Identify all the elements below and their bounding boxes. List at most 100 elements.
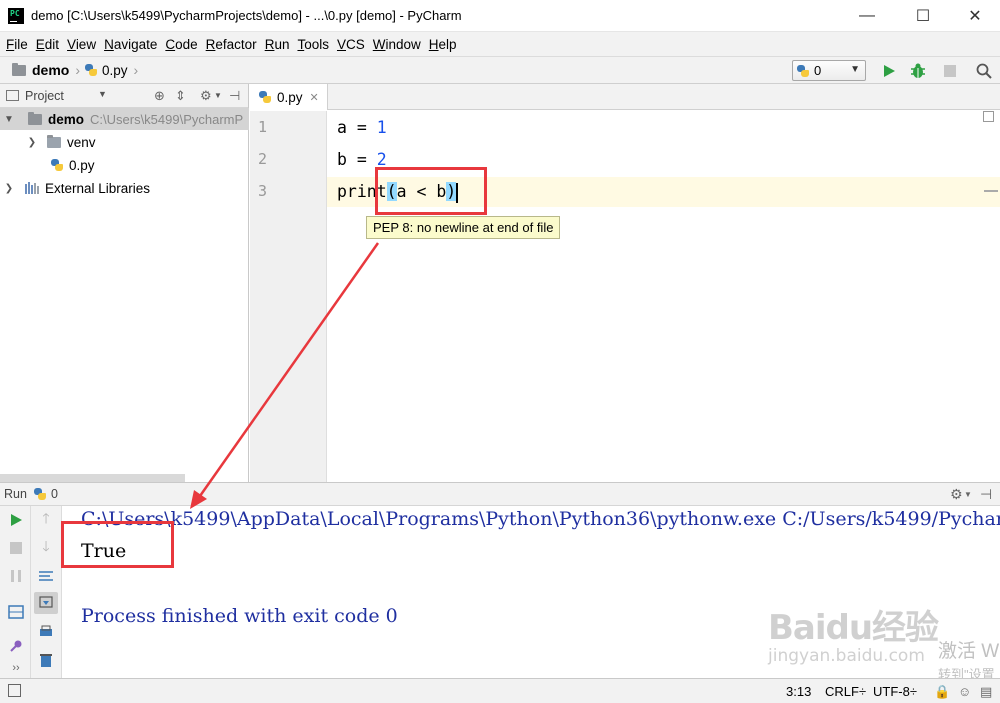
menu-view[interactable]: View — [63, 37, 100, 52]
navigation-bar: demo › 0.py › 0 ▼ — [0, 56, 1000, 84]
folder-icon — [47, 134, 61, 148]
hide-panel-icon[interactable]: ⊣ — [229, 88, 240, 104]
tree-item-label: venv — [67, 134, 96, 150]
menu-code[interactable]: Code — [161, 37, 201, 52]
menu-window[interactable]: Window — [369, 37, 425, 52]
play-icon — [884, 65, 895, 77]
up-arrow-icon[interactable]: 🡑 — [36, 510, 56, 530]
tree-item-label: 0.py — [69, 157, 95, 173]
run-configuration-select[interactable]: 0 ▼ — [792, 60, 866, 81]
debug-button[interactable] — [908, 61, 928, 81]
maximize-button[interactable]: ☐ — [900, 0, 946, 32]
line-separator[interactable]: CRLF÷ — [825, 684, 866, 699]
chevron-right-icon[interactable]: ❯ — [4, 183, 14, 194]
minimize-button[interactable]: — — [844, 0, 890, 32]
annotation-box-output — [61, 521, 174, 568]
collapse-icon[interactable]: ⇕ — [175, 88, 186, 104]
more-icon[interactable]: ›› — [6, 658, 26, 678]
run-toolbar: ›› — [0, 506, 31, 678]
menu-help[interactable]: Help — [425, 37, 461, 52]
project-panel-header: Project ▼ ⊕ ⇕ ⚙ ▼ ⊣ — [0, 84, 248, 108]
run-toolbar-secondary: 🡑 🡓 — [31, 506, 62, 678]
chevron-right-icon[interactable]: ❯ — [27, 137, 37, 148]
error-stripe-mark[interactable] — [984, 190, 998, 192]
pause-icon — [11, 570, 21, 582]
menu-tools[interactable]: Tools — [293, 37, 333, 52]
tree-item-0py[interactable]: 0.py — [0, 154, 249, 176]
activation-watermark: 激活 W — [938, 641, 1000, 662]
tree-item-label: demo — [48, 111, 85, 127]
horizontal-scrollbar[interactable] — [0, 474, 185, 482]
stop-button[interactable] — [6, 538, 26, 558]
menu-file[interactable]: File — [2, 37, 32, 52]
down-arrow-icon[interactable]: 🡓 — [36, 538, 56, 558]
tree-item-venv[interactable]: ❯ venv — [0, 131, 249, 153]
lock-icon[interactable]: 🔒 — [934, 684, 950, 700]
bug-icon — [911, 63, 925, 78]
restore-layout-button[interactable] — [6, 602, 26, 622]
rerun-button[interactable] — [6, 510, 26, 530]
stop-icon — [944, 65, 956, 77]
close-icon[interactable]: ✕ — [310, 91, 319, 104]
stop-icon — [10, 542, 22, 554]
annotation-box-code — [375, 167, 487, 215]
search-icon — [976, 63, 992, 79]
breadcrumb-file[interactable]: 0.py — [102, 63, 128, 78]
folder-icon — [28, 111, 42, 125]
project-panel-title[interactable]: Project — [25, 89, 64, 103]
editor-tab-bar: 0.py ✕ — [250, 84, 1000, 110]
target-icon[interactable]: ⊕ — [154, 88, 165, 104]
gear-icon[interactable]: ⚙ — [950, 486, 963, 503]
breadcrumb-project[interactable]: demo — [32, 62, 69, 78]
pause-button[interactable] — [6, 566, 26, 586]
notifications-icon[interactable]: ▤ — [980, 684, 992, 700]
status-bar: 3:13 CRLF÷ UTF-8÷ 🔒 ☺ ▤ — [0, 678, 1000, 703]
tool-windows-icon[interactable] — [8, 684, 21, 697]
hide-panel-icon[interactable]: ⊣ — [980, 486, 992, 503]
python-file-icon — [258, 90, 272, 104]
python-file-icon — [84, 63, 98, 77]
scroll-to-end-button[interactable] — [34, 592, 58, 614]
line-number: 3 — [258, 182, 268, 200]
tab-0py[interactable]: 0.py ✕ — [250, 84, 328, 110]
menu-run[interactable]: Run — [261, 37, 294, 52]
menu-refactor[interactable]: Refactor — [202, 37, 261, 52]
inspection-status-icon[interactable] — [983, 111, 994, 122]
window-title: demo [C:\Users\k5499\PycharmProjects\dem… — [31, 8, 462, 23]
stop-button[interactable] — [940, 61, 960, 81]
pin-icon — [10, 640, 22, 652]
chevron-down-icon[interactable]: ▼ — [214, 91, 222, 100]
project-view-icon — [6, 90, 19, 101]
close-button[interactable]: ✕ — [952, 0, 998, 32]
tree-item-demo[interactable]: ▼ demo C:\Users\k5499\PycharmP — [0, 108, 249, 130]
line-number: 2 — [258, 150, 268, 168]
search-button[interactable] — [974, 61, 994, 81]
menu-navigate[interactable]: Navigate — [100, 37, 161, 52]
menu-vcs[interactable]: VCS — [333, 37, 369, 52]
tree-item-external-libraries[interactable]: ❯ External Libraries — [0, 177, 249, 199]
python-file-icon — [33, 487, 47, 501]
editor: 0.py ✕ 1 2 3 a = 1 b = 2 print(a < b) — [250, 84, 1000, 482]
run-panel-title: Run — [4, 487, 27, 501]
run-tab-label[interactable]: 0 — [51, 487, 58, 501]
clear-all-button[interactable] — [36, 650, 56, 670]
wrap-icon — [39, 571, 53, 581]
chevron-down-icon[interactable]: ▼ — [98, 89, 107, 99]
line-number: 1 — [258, 118, 268, 136]
caret-position[interactable]: 3:13 — [786, 684, 811, 699]
soft-wrap-button[interactable] — [36, 566, 56, 586]
run-button[interactable] — [879, 61, 899, 81]
code-line-1[interactable]: a = 1 — [337, 118, 387, 137]
print-button[interactable] — [36, 622, 56, 642]
chevron-down-icon[interactable]: ▼ — [964, 490, 972, 499]
scroll-end-icon — [39, 596, 53, 608]
pin-tab-button[interactable] — [6, 636, 26, 656]
python-file-icon — [796, 64, 810, 78]
inspector-icon[interactable]: ☺ — [958, 684, 971, 699]
chevron-down-icon[interactable]: ▼ — [4, 114, 14, 125]
run-panel-header: Run 0 ⚙ ▼ ⊣ — [0, 482, 1000, 506]
file-encoding[interactable]: UTF-8÷ — [873, 684, 917, 699]
menu-edit[interactable]: Edit — [32, 37, 63, 52]
console-command-line: C:\Users\k5499\AppData\Local\Programs\Py… — [81, 508, 1000, 530]
gear-icon[interactable]: ⚙ — [200, 88, 212, 104]
